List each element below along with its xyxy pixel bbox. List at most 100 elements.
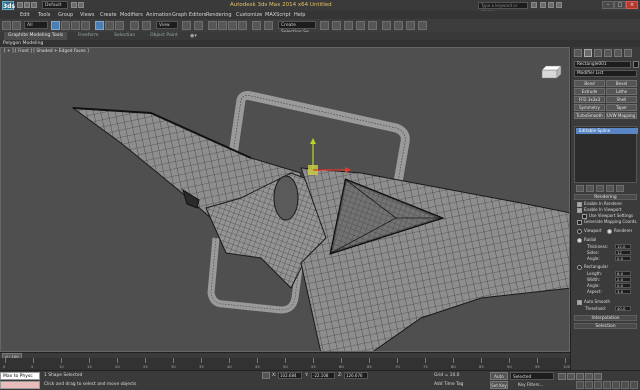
- render-production-icon[interactable]: [418, 21, 427, 30]
- link-icon[interactable]: [12, 21, 21, 30]
- menu-maxscript[interactable]: MAXScript: [265, 11, 291, 19]
- hierarchy-tab-icon[interactable]: [594, 49, 602, 57]
- checkbox-icon[interactable]: [577, 299, 582, 305]
- width-spinner[interactable]: 2.0: [615, 277, 631, 282]
- tab-selection[interactable]: Selection: [110, 32, 139, 40]
- menu-modifiers[interactable]: Modifiers: [120, 11, 143, 19]
- auto-smooth-checkbox[interactable]: Auto Smooth: [577, 299, 610, 305]
- search-icon[interactable]: [531, 2, 537, 8]
- percent-snap-icon[interactable]: [228, 21, 237, 30]
- close-button[interactable]: ×: [626, 1, 638, 9]
- material-editor-icon[interactable]: [382, 21, 391, 30]
- play-icon[interactable]: [576, 373, 584, 380]
- menu-views[interactable]: Views: [80, 11, 94, 19]
- thickness-spinner[interactable]: 12.0: [615, 244, 631, 249]
- scene-canvas[interactable]: [1, 48, 570, 352]
- object-color-swatch[interactable]: [633, 61, 639, 68]
- bevel-button[interactable]: Bevel: [606, 80, 637, 87]
- angle-snap-icon[interactable]: [218, 21, 227, 30]
- rectangular-radio[interactable]: Rectangular: [577, 264, 608, 270]
- select-scale-icon[interactable]: [115, 21, 124, 30]
- zoom-all-icon[interactable]: [585, 381, 593, 389]
- keyboard-shortcut-icon[interactable]: [194, 21, 203, 30]
- zoom-extents-icon[interactable]: [594, 381, 602, 389]
- transform-gizmo[interactable]: [308, 138, 351, 175]
- radial-radio[interactable]: Radial: [577, 237, 596, 243]
- angle-spinner[interactable]: 0.0: [615, 256, 631, 261]
- zoom-icon[interactable]: [576, 381, 584, 389]
- app-logo-icon[interactable]: 3ds: [2, 1, 15, 10]
- open-file-icon[interactable]: [24, 2, 30, 8]
- extrude-button[interactable]: Extrude: [574, 88, 605, 95]
- generate-mapping-checkbox[interactable]: Generate Mapping Coords.: [577, 219, 638, 225]
- z-coordinate-field[interactable]: 126.676: [344, 372, 368, 379]
- motion-tab-icon[interactable]: [604, 49, 612, 57]
- shell-button[interactable]: Shell: [606, 96, 637, 103]
- viewport-radio[interactable]: Viewport: [577, 228, 602, 234]
- add-time-tag[interactable]: Add Time Tag: [434, 382, 463, 387]
- snaps-toggle-icon[interactable]: [208, 21, 217, 30]
- favorites-icon[interactable]: [548, 2, 554, 8]
- auto-key-button[interactable]: Auto Key: [490, 372, 508, 386]
- radio-icon[interactable]: [607, 228, 612, 234]
- uvw-mapping-button[interactable]: UVW Mapping Cle: [606, 112, 637, 119]
- remove-modifier-icon[interactable]: [606, 185, 614, 192]
- save-file-icon[interactable]: [31, 2, 37, 8]
- select-object-icon[interactable]: [51, 21, 60, 30]
- selection-rollout-header[interactable]: Selection: [574, 323, 637, 329]
- workspace-select[interactable]: Default: [42, 1, 68, 9]
- checkbox-icon[interactable]: [577, 201, 582, 207]
- track-bar[interactable]: 0 5 10 15 20 25 30 35 40 45 50 55 60 65 70 75 80 85 90 95 10…: [0, 358, 570, 370]
- pan-view-icon[interactable]: [612, 381, 620, 389]
- curve-editor-icon[interactable]: [356, 21, 365, 30]
- lock-selection-icon[interactable]: [262, 372, 270, 379]
- display-tab-icon[interactable]: [614, 49, 622, 57]
- stack-item-editable-spline[interactable]: Editable Spline: [576, 128, 638, 134]
- reference-coordinate-select[interactable]: View: [156, 21, 178, 29]
- modify-tab-icon[interactable]: [584, 49, 592, 57]
- checkbox-icon[interactable]: [582, 213, 587, 219]
- pin-stack-icon[interactable]: [576, 185, 584, 192]
- maxscript-listener[interactable]: Max to Physc: [0, 372, 40, 380]
- maximize-viewport-icon[interactable]: [630, 381, 638, 389]
- menu-help[interactable]: Help: [294, 11, 305, 19]
- symmetry-button[interactable]: Symmetry: [574, 104, 605, 111]
- go-to-end-icon[interactable]: [594, 373, 602, 380]
- info-icon[interactable]: [540, 2, 546, 8]
- select-move-icon[interactable]: [95, 21, 104, 30]
- new-file-icon[interactable]: [17, 2, 23, 8]
- help-icon[interactable]: [556, 2, 562, 8]
- previous-frame-icon[interactable]: [567, 373, 575, 380]
- tab-object-paint[interactable]: Object Paint: [146, 32, 182, 40]
- menu-edit[interactable]: Edit: [20, 11, 30, 19]
- threshold-spinner[interactable]: 40.0: [615, 306, 631, 311]
- x-coordinate-field[interactable]: 102.684: [278, 372, 302, 379]
- redo-icon[interactable]: [78, 2, 84, 8]
- named-selection-select[interactable]: Create Selection Se: [278, 21, 316, 35]
- tab-freeform[interactable]: Freeform: [74, 32, 102, 40]
- ffd-button[interactable]: FFD 3x3x3: [574, 96, 605, 103]
- modifier-list-select[interactable]: Modifier List: [574, 70, 637, 77]
- angle2-spinner[interactable]: 0.0: [615, 283, 631, 288]
- taper-button[interactable]: Taper: [606, 104, 637, 111]
- viewport-front[interactable]: [ + ] [ Front ] [ Shaded + Edged Faces ]: [0, 47, 570, 352]
- select-manipulate-icon[interactable]: [182, 21, 191, 30]
- create-tab-icon[interactable]: [574, 49, 582, 57]
- menu-tools[interactable]: Tools: [38, 11, 50, 19]
- set-key-button[interactable]: Set Key: [490, 381, 508, 389]
- length-spinner[interactable]: 6.0: [615, 271, 631, 276]
- menu-graph-editors[interactable]: Graph Editors: [172, 11, 206, 19]
- enable-in-renderer-checkbox[interactable]: Enable In Renderer: [577, 201, 622, 207]
- rendering-rollout-header[interactable]: Rendering: [574, 194, 637, 200]
- selection-filter-select[interactable]: All: [24, 21, 48, 29]
- menu-customize[interactable]: Customize: [236, 11, 262, 19]
- ribbon-options-icon[interactable]: ◉▾: [190, 33, 197, 39]
- radio-icon[interactable]: [577, 228, 582, 234]
- utilities-tab-icon[interactable]: [624, 49, 632, 57]
- ribbon-toggle-icon[interactable]: [344, 21, 353, 30]
- field-of-view-icon[interactable]: [603, 381, 611, 389]
- mirror-icon[interactable]: [264, 21, 273, 30]
- turbosmooth-button[interactable]: TurboSmooth: [574, 112, 605, 119]
- rendered-frame-icon[interactable]: [406, 21, 415, 30]
- aspect-spinner[interactable]: 3.0: [615, 289, 631, 294]
